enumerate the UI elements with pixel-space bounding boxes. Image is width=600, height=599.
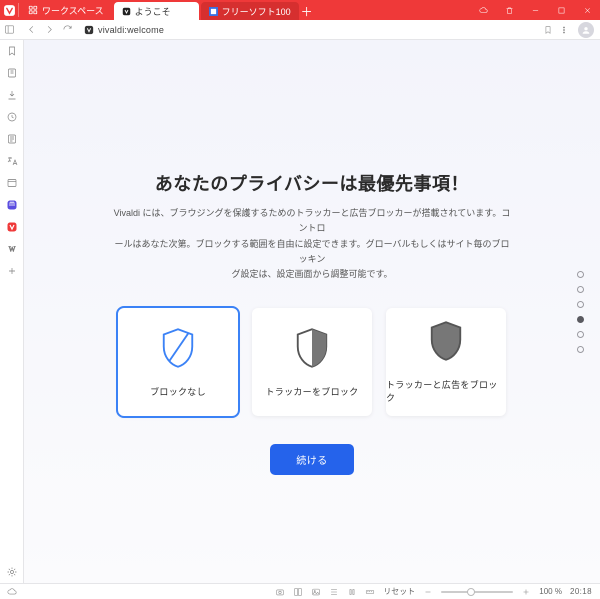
clock[interactable]: 20:18 [570, 587, 592, 596]
vivaldi-panel-icon[interactable] [5, 220, 19, 234]
zoom-reset-label[interactable]: リセット [383, 586, 415, 597]
downloads-panel-icon[interactable] [5, 88, 19, 102]
side-panel: W [0, 40, 24, 583]
card-block-trackers[interactable]: トラッカーをブロック [252, 308, 372, 416]
tab-freesoft100[interactable]: フリーソフト100 [201, 2, 299, 20]
tab-label: フリーソフト100 [222, 5, 291, 18]
history-panel-icon[interactable] [5, 110, 19, 124]
card-label: トラッカーをブロック [265, 385, 358, 398]
shield-half-icon [294, 327, 330, 369]
minimize-button[interactable] [522, 0, 548, 20]
shield-none-icon [160, 327, 196, 369]
site-favicon-icon [209, 7, 218, 16]
welcome-heading: あなたのプライバシーは最優先事項！ [155, 170, 469, 196]
reload-button[interactable] [58, 24, 76, 35]
zoom-slider-thumb[interactable] [467, 588, 475, 596]
forward-button[interactable] [40, 24, 58, 35]
window-controls [522, 0, 600, 20]
card-block-none[interactable]: ブロックなし [118, 308, 238, 416]
card-block-trackers-ads[interactable]: トラッカーと広告をブロック [386, 308, 506, 416]
notes-panel-icon[interactable] [5, 132, 19, 146]
page-dot[interactable] [577, 346, 584, 353]
mastodon-panel-icon[interactable] [5, 198, 19, 212]
page-dot[interactable] [577, 271, 584, 278]
settings-panel-icon[interactable] [5, 565, 19, 579]
zoom-out-button[interactable] [423, 587, 433, 597]
card-label: トラッカーと広告をブロック [386, 378, 506, 404]
translate-panel-icon[interactable] [5, 154, 19, 168]
close-button[interactable] [574, 0, 600, 20]
bookmarks-panel-icon[interactable] [5, 44, 19, 58]
zoom-in-button[interactable] [521, 587, 531, 597]
tab-welcome[interactable]: ようこそ [114, 2, 199, 20]
url-text: vivaldi:welcome [98, 25, 164, 35]
panel-toggle-button[interactable] [0, 24, 18, 35]
page-dot[interactable] [577, 286, 584, 293]
trash-icon[interactable] [496, 0, 522, 20]
menu-dots-icon[interactable] [556, 25, 572, 35]
break-mode-icon[interactable] [347, 587, 357, 597]
url-field[interactable]: vivaldi:welcome [80, 25, 540, 35]
page-dot-active[interactable] [577, 316, 584, 323]
tab-strip: ようこそ フリーソフト100 ＋ [114, 0, 470, 20]
sync-cloud-icon[interactable] [470, 0, 496, 20]
ruler-icon[interactable] [365, 587, 375, 597]
images-toggle-icon[interactable] [311, 587, 321, 597]
titlebar: ワークスペース ようこそ フリーソフト100 ＋ [0, 0, 600, 20]
workspace-label: ワークスペース [42, 4, 104, 17]
card-label: ブロックなし [150, 385, 206, 398]
sync-status-icon[interactable] [0, 587, 24, 597]
profile-avatar[interactable] [572, 22, 600, 38]
reading-list-panel-icon[interactable] [5, 66, 19, 80]
back-button[interactable] [22, 24, 40, 35]
vivaldi-favicon-icon [122, 7, 131, 16]
add-panel-button[interactable] [5, 264, 19, 278]
continue-button[interactable]: 続ける [270, 444, 354, 475]
tab-label: ようこそ [135, 5, 171, 18]
bookmark-button[interactable] [540, 25, 556, 35]
zoom-slider[interactable] [441, 591, 513, 593]
page-dot[interactable] [577, 331, 584, 338]
tiling-icon[interactable] [293, 587, 303, 597]
page-dot[interactable] [577, 301, 584, 308]
zoom-value: 100 % [539, 587, 562, 596]
status-bar: リセット 100 % 20:18 [0, 583, 600, 599]
page-content: あなたのプライバシーは最優先事項！ Vivaldi には、ブラウジングを保護する… [24, 40, 600, 583]
page-indicator[interactable] [577, 271, 584, 353]
address-bar: vivaldi:welcome [0, 20, 600, 40]
capture-icon[interactable] [275, 587, 285, 597]
maximize-button[interactable] [548, 0, 574, 20]
welcome-description: Vivaldi には、ブラウジングを保護するためのトラッカーと広告ブロッカーが搭… [112, 206, 512, 282]
vivaldi-logo-icon[interactable] [0, 0, 18, 20]
site-identity-icon [84, 25, 94, 35]
privacy-option-cards: ブロックなし トラッカーをブロック トラッカーと広告をブロック [118, 308, 506, 416]
new-tab-button[interactable]: ＋ [299, 2, 315, 20]
shield-full-icon [428, 320, 464, 362]
svg-text:W: W [8, 246, 15, 254]
window-panel-icon[interactable] [5, 176, 19, 190]
page-actions-icon[interactable] [329, 587, 339, 597]
wikipedia-panel-icon[interactable]: W [5, 242, 19, 256]
workspace-switcher[interactable]: ワークスペース [18, 0, 114, 20]
